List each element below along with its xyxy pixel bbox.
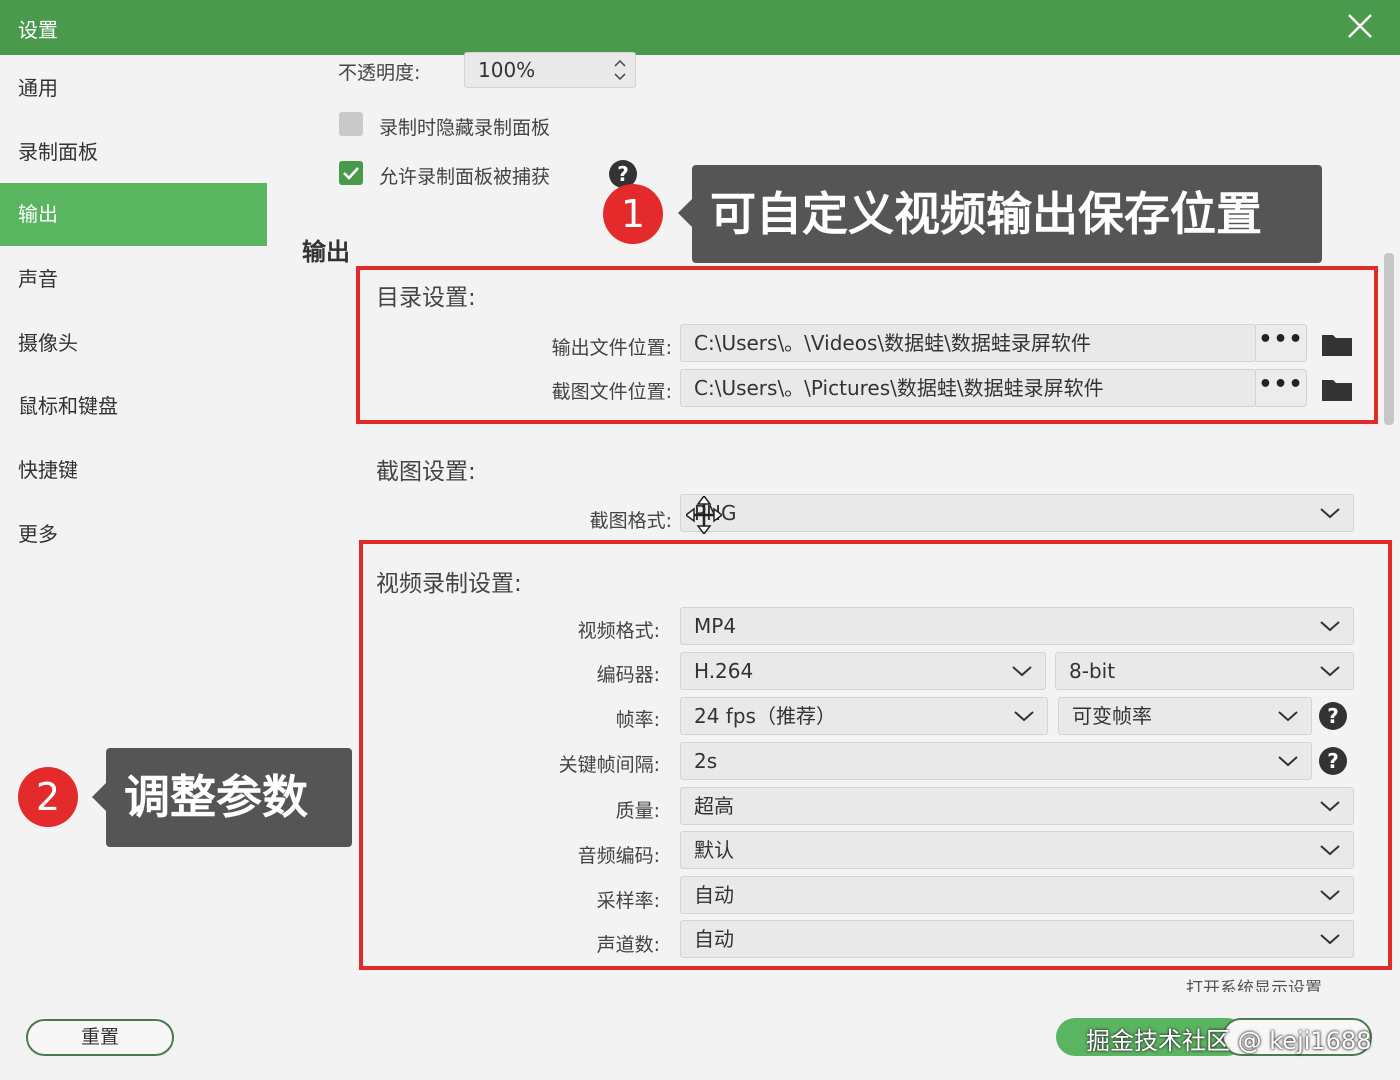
title-bar: 设置 (0, 0, 1400, 55)
sidebar-item-shortcuts[interactable]: 快捷键 (0, 439, 267, 502)
stepper-arrows-icon[interactable] (613, 56, 627, 84)
sidebar-item-mouse-keyboard[interactable]: 鼠标和键盘 (0, 375, 267, 438)
window-title: 设置 (18, 18, 58, 42)
checkmark-icon (343, 167, 359, 180)
sidebar: 通用 录制面板 输出 声音 摄像头 鼠标和键盘 快捷键 更多 (0, 55, 268, 1080)
screenshot-format-label: 截图格式: (589, 510, 672, 532)
display-settings-link-wrapper: 打开系统显示设置 (1180, 976, 1360, 992)
close-icon[interactable] (1346, 12, 1374, 40)
annotation-badge-1: 1 (603, 184, 663, 244)
reset-button[interactable]: 重置 (26, 1019, 174, 1056)
callout-1-pointer (678, 199, 692, 227)
scrollbar[interactable] (1384, 253, 1394, 425)
opacity-stepper[interactable]: 100% (464, 52, 636, 88)
directory-highlight-box (356, 266, 1378, 424)
opacity-label: 不透明度: (338, 62, 421, 84)
opacity-value: 100% (478, 58, 536, 82)
screenshot-format-select[interactable]: PNG (680, 494, 1354, 532)
hide-panel-checkbox[interactable] (339, 112, 363, 136)
sidebar-item-recording-panel[interactable]: 录制面板 (0, 121, 267, 184)
sidebar-item-general[interactable]: 通用 (0, 57, 267, 120)
annotation-callout-2: 调整参数 (106, 748, 352, 847)
output-section-title: 输出 (302, 238, 350, 266)
allow-capture-checkbox[interactable] (339, 161, 363, 185)
sidebar-item-more[interactable]: 更多 (0, 503, 267, 566)
watermark-text: 掘金技术社区 @ keji1688 (1086, 1027, 1372, 1055)
chevron-down-icon (1320, 508, 1340, 519)
annotation-callout-1: 可自定义视频输出保存位置 (692, 165, 1322, 263)
hide-panel-label: 录制时隐藏录制面板 (379, 117, 551, 139)
callout-2-pointer (92, 783, 106, 811)
display-settings-link[interactable]: 打开系统显示设置 (1186, 976, 1322, 992)
annotation-badge-2: 2 (18, 767, 78, 827)
move-cursor-icon (686, 496, 722, 534)
sidebar-item-camera[interactable]: 摄像头 (0, 312, 267, 375)
screenshot-settings-title: 截图设置: (376, 459, 476, 485)
sidebar-item-sound[interactable]: 声音 (0, 248, 267, 311)
video-settings-highlight-box (359, 540, 1392, 970)
sidebar-item-output[interactable]: 输出 (0, 183, 267, 246)
allow-capture-label: 允许录制面板被捕获 (379, 166, 551, 188)
